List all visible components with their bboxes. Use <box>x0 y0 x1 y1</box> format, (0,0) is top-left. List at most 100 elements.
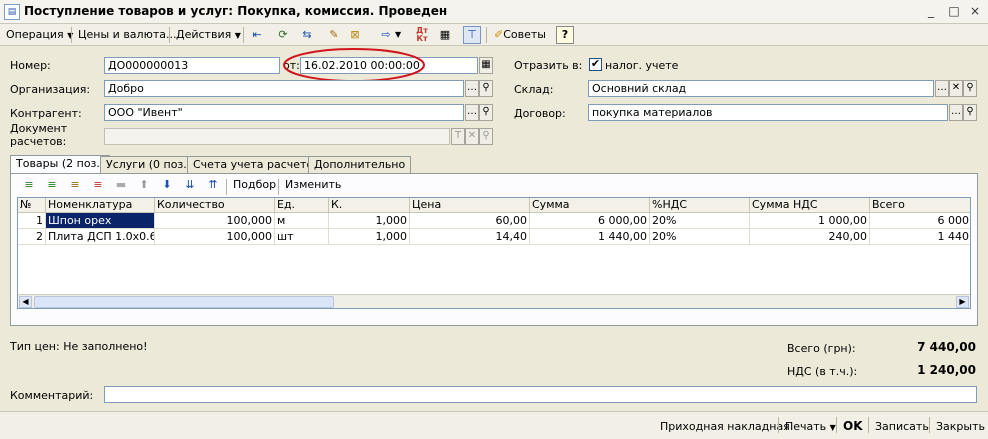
pick-button[interactable]: Подбор <box>229 176 280 194</box>
report-icon[interactable]: ▦ <box>436 26 454 44</box>
print-menu[interactable]: Печать ▼ <box>782 418 839 435</box>
column-header[interactable]: Номенклатура <box>46 198 155 213</box>
table-cell[interactable]: шт <box>275 229 329 245</box>
goods-receipt-button[interactable]: Приходная накладная <box>657 418 793 435</box>
table-cell[interactable]: 20% <box>650 213 750 229</box>
arrow-left-icon[interactable]: ⇤ <box>248 26 266 44</box>
table-cell[interactable]: Шпон орех <box>46 213 155 229</box>
clear-icon: ✕ <box>465 128 479 145</box>
delete-row-icon[interactable]: ≡ <box>89 176 107 194</box>
dropdown-arrow-icon: ▼ <box>234 31 241 40</box>
goods-table[interactable]: № Номенклатура Количество Ед. К. Цена Су… <box>17 197 971 309</box>
column-header[interactable]: %НДС <box>650 198 750 213</box>
search-icon[interactable]: ⚲ <box>963 104 977 121</box>
search-icon[interactable]: ⚲ <box>479 80 493 97</box>
table-cell[interactable]: 1,000 <box>329 229 410 245</box>
close-window-button[interactable]: × <box>966 3 984 21</box>
select-ellipsis-icon[interactable]: … <box>465 104 479 121</box>
tax-accounting-checkbox[interactable]: ✔ <box>589 58 602 71</box>
change-button[interactable]: Изменить <box>281 176 345 194</box>
post-document-icon[interactable]: ✎ <box>325 26 343 44</box>
price-type-label[interactable]: Тип цен: Не заполнено! <box>10 340 148 353</box>
tab-additional[interactable]: Дополнительно <box>308 156 412 173</box>
table-cell[interactable]: 60,00 <box>410 213 530 229</box>
search-icon[interactable]: ⚲ <box>963 80 977 97</box>
organization-label: Организация: <box>10 83 91 96</box>
refresh-icon[interactable]: ⟳ <box>274 26 292 44</box>
search-icon: ⚲ <box>479 128 493 145</box>
copy-row-icon[interactable]: ≡ <box>43 176 61 194</box>
type-icon: T <box>451 128 465 145</box>
tab-accounts[interactable]: Счета учета расчетов <box>187 156 326 173</box>
minimize-button[interactable]: _ <box>922 3 940 21</box>
dt-kt-icon[interactable]: Дт Кт <box>413 26 431 44</box>
help-icon[interactable]: ? <box>556 26 574 44</box>
table-cell[interactable]: 20% <box>650 229 750 245</box>
sort-asc-icon[interactable]: ⇊ <box>181 176 199 194</box>
maximize-button[interactable]: □ <box>945 3 963 21</box>
table-cell[interactable]: Плита ДСП 1.0х0.6 <box>46 229 155 245</box>
select-ellipsis-icon[interactable]: … <box>935 80 949 97</box>
select-ellipsis-icon[interactable]: … <box>949 104 963 121</box>
sort-desc-icon[interactable]: ⇈ <box>204 176 222 194</box>
ok-button[interactable]: OK <box>840 418 866 435</box>
column-header[interactable]: № <box>18 198 46 213</box>
tips-button[interactable]: ✐Советы <box>490 26 550 44</box>
separator <box>278 179 279 195</box>
search-icon[interactable]: ⚲ <box>479 104 493 121</box>
comment-field[interactable] <box>104 386 977 403</box>
separator <box>868 417 869 433</box>
table-cell[interactable]: 100,000 <box>155 229 275 245</box>
operation-menu[interactable]: Операция ▼ <box>2 26 77 44</box>
scroll-thumb[interactable] <box>34 296 334 308</box>
scroll-right-icon[interactable]: ▶ <box>956 296 969 308</box>
table-cell[interactable]: 1 440,00 <box>530 229 650 245</box>
move-up-icon[interactable]: ⬆ <box>135 176 153 194</box>
organization-field[interactable]: Добро <box>104 80 464 97</box>
separator <box>929 417 930 433</box>
structure-icon[interactable]: ⊤ <box>463 26 481 44</box>
contract-field[interactable]: покупка материалов <box>588 104 948 121</box>
table-cell[interactable]: 100,000 <box>155 213 275 229</box>
end-edit-icon[interactable]: ▬ <box>112 176 130 194</box>
column-header[interactable]: К. <box>329 198 410 213</box>
dropdown-arrow-icon[interactable]: ▼ <box>395 30 401 39</box>
edit-row-icon[interactable]: ≡ <box>66 176 84 194</box>
table-cell[interactable]: 240,00 <box>750 229 870 245</box>
move-down-icon[interactable]: ⬇ <box>158 176 176 194</box>
tab-services[interactable]: Услуги (0 поз.) <box>100 156 198 173</box>
swap-icon[interactable]: ⇆ <box>298 26 316 44</box>
table-cell[interactable]: 1 440 <box>870 229 970 245</box>
table-cell[interactable]: 2 <box>18 229 46 245</box>
table-cell[interactable]: 6 000,00 <box>530 213 650 229</box>
table-cell[interactable]: м <box>275 213 329 229</box>
select-ellipsis-icon[interactable]: … <box>465 80 479 97</box>
column-header[interactable]: Сумма <box>530 198 650 213</box>
calendar-icon[interactable]: ▦ <box>479 57 493 74</box>
create-based-on-icon[interactable]: ⇨ <box>377 26 395 44</box>
column-header[interactable]: Сумма НДС <box>750 198 870 213</box>
table-cell[interactable]: 1 000,00 <box>750 213 870 229</box>
table-cell[interactable]: 14,40 <box>410 229 530 245</box>
clear-icon[interactable]: ✕ <box>949 80 963 97</box>
tab-goods[interactable]: Товары (2 поз.) <box>10 155 111 174</box>
counterparty-field[interactable]: ООО "Ивент" <box>104 104 464 121</box>
prices-currency-button[interactable]: Цены и валюта... <box>74 26 180 44</box>
table-cell[interactable]: 1,000 <box>329 213 410 229</box>
table-cell[interactable]: 6 000 <box>870 213 970 229</box>
separator <box>836 417 837 433</box>
scroll-left-icon[interactable]: ◀ <box>19 296 32 308</box>
actions-menu[interactable]: Действия ▼ <box>172 26 245 44</box>
add-row-icon[interactable]: ≡ <box>20 176 38 194</box>
table-cell[interactable]: 1 <box>18 213 46 229</box>
save-button[interactable]: Записать <box>872 418 932 435</box>
unpost-document-icon[interactable]: ⊠ <box>346 26 364 44</box>
warehouse-field[interactable]: Основний склад <box>588 80 934 97</box>
horizontal-scrollbar[interactable]: ◀ ▶ <box>18 294 970 308</box>
column-header[interactable]: Количество <box>155 198 275 213</box>
number-field[interactable]: ДО000000013 <box>104 57 280 74</box>
column-header[interactable]: Ед. <box>275 198 329 213</box>
column-header[interactable]: Всего <box>870 198 970 213</box>
column-header[interactable]: Цена <box>410 198 530 213</box>
close-button[interactable]: Закрыть <box>933 418 988 435</box>
